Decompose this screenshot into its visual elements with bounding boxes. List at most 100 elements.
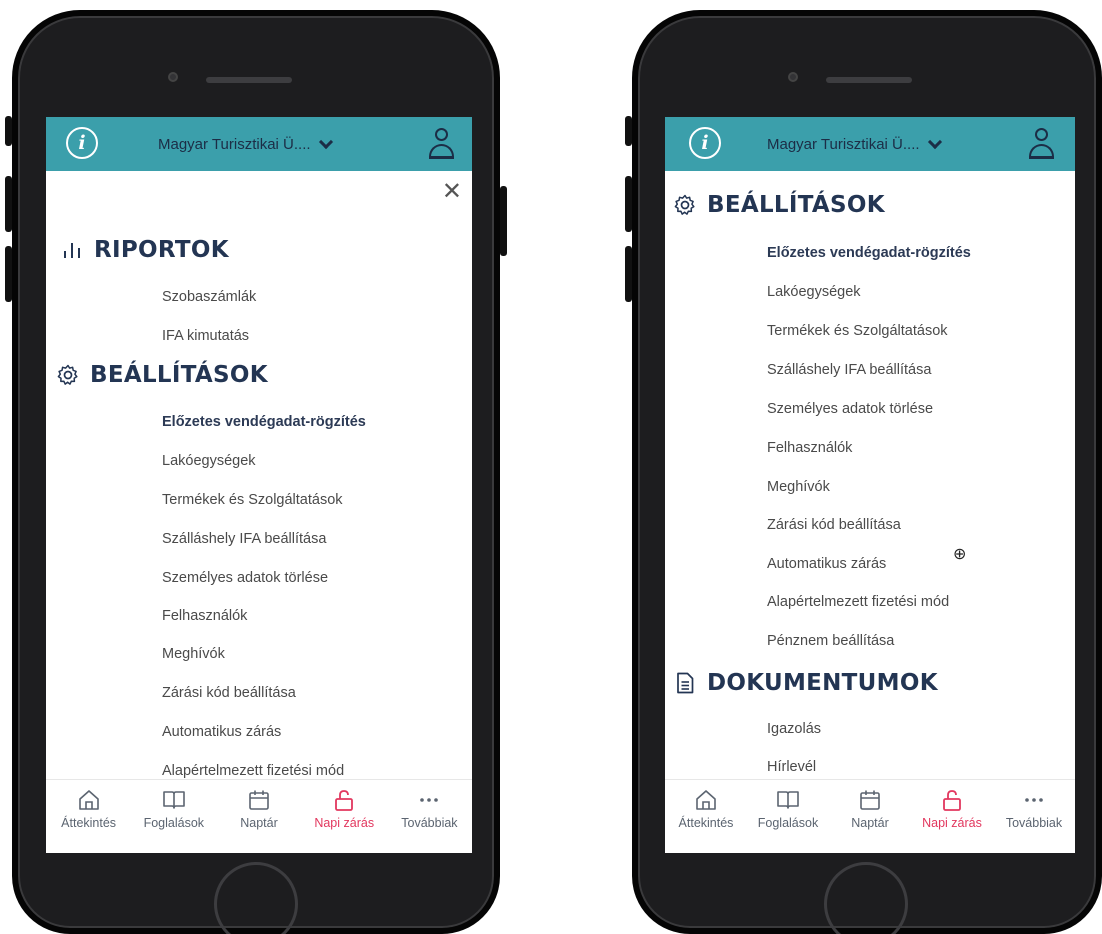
tab-label: Továbbiak — [401, 816, 458, 830]
tab-label: Napi zárás — [314, 816, 375, 830]
top-bar: i Magyar Turisztikai Ü.... — [665, 117, 1075, 171]
top-bar: i Magyar Turisztikai Ü.... — [46, 117, 472, 171]
tab-label: Továbbiak — [1005, 816, 1063, 830]
section-beallitasok: BEÁLLÍTÁSOK — [673, 192, 885, 218]
volume-up-button — [5, 176, 12, 232]
calendar-icon — [860, 790, 880, 810]
bottom-tab-bar: Áttekintés Foglalások Naptár Napi zárás … — [46, 779, 472, 853]
section-title-beallitasok: BEÁLLÍTÁSOK — [707, 192, 885, 218]
home-button — [824, 862, 908, 934]
menu-item-szemelyes-adatok[interactable]: Személyes adatok törlése — [162, 570, 328, 586]
volume-down-button — [625, 246, 632, 302]
menu-item-felhasznalok[interactable]: Felhasználók — [767, 440, 852, 456]
tab-label: Naptár — [851, 816, 889, 830]
gear-icon — [57, 364, 78, 385]
document-icon — [677, 672, 694, 694]
tab-label: Napi zárás — [922, 816, 982, 830]
tab-label: Áttekintés — [61, 816, 117, 830]
more-icon — [420, 798, 439, 802]
home-icon — [696, 790, 716, 810]
chevron-down-icon — [318, 134, 333, 149]
unlock-icon — [943, 790, 961, 811]
book-icon — [162, 791, 185, 809]
info-icon[interactable]: i — [66, 127, 98, 159]
user-profile-icon[interactable] — [427, 126, 457, 162]
section-title-beallitasok: BEÁLLÍTÁSOK — [90, 362, 268, 388]
more-icon — [1025, 798, 1043, 802]
tab-foglalasok[interactable]: Foglalások — [131, 780, 216, 853]
book-icon — [777, 791, 799, 809]
menu-item-penznem[interactable]: Pénznem beállítása — [767, 633, 894, 649]
section-riportok: RIPORTOK — [60, 237, 229, 263]
menu-item-elozetes-vendegadat[interactable]: Előzetes vendégadat-rögzítés — [767, 245, 971, 261]
tab-label: Foglalások — [143, 816, 205, 830]
user-profile-icon[interactable] — [1027, 126, 1057, 162]
app-screen-left: i Magyar Turisztikai Ü.... ✕ RIPORTOK Sz… — [46, 117, 472, 853]
menu-item-zarasi-kod[interactable]: Zárási kód beállítása — [162, 685, 296, 701]
volume-up-button — [625, 176, 632, 232]
menu-item-zarasi-kod[interactable]: Zárási kód beállítása — [767, 517, 901, 533]
menu-item-elozetes-vendegadat[interactable]: Előzetes vendégadat-rögzítés — [162, 414, 366, 430]
section-title-riportok: RIPORTOK — [94, 237, 229, 263]
earpiece-speaker — [826, 77, 912, 83]
volume-down-button — [5, 246, 12, 302]
menu-item-meghivok[interactable]: Meghívók — [162, 646, 225, 662]
app-screen-right: IFA kimutatás BEÁLLÍTÁSOK Előzetes vendé… — [665, 117, 1075, 853]
menu-item-lakoegysegek[interactable]: Lakóegységek — [162, 453, 256, 469]
menu-item-automatikus-zaras[interactable]: Automatikus zárás — [162, 724, 281, 740]
menu-item-felhasznalok[interactable]: Felhasználók — [162, 608, 247, 624]
front-camera — [788, 72, 798, 82]
close-icon[interactable]: ✕ — [442, 177, 462, 205]
tab-label: Áttekintés — [678, 816, 734, 830]
info-icon[interactable]: i — [689, 127, 721, 159]
tab-tovabbiak[interactable]: Továbbiak — [387, 780, 472, 853]
menu-item-termekek[interactable]: Termékek és Szolgáltatások — [767, 323, 948, 339]
menu-item-meghivok[interactable]: Meghívók — [767, 479, 830, 495]
organization-selector[interactable]: Magyar Turisztikai Ü.... — [767, 117, 942, 171]
tab-label: Naptár — [240, 816, 278, 830]
organization-name: Magyar Turisztikai Ü.... — [158, 135, 311, 153]
menu-item-szemelyes-adatok[interactable]: Személyes adatok törlése — [767, 401, 933, 417]
tab-attekintes[interactable]: Áttekintés — [46, 780, 131, 853]
tab-attekintes[interactable]: Áttekintés — [665, 780, 747, 853]
menu-item-lakoegysegek[interactable]: Lakóegységek — [767, 284, 861, 300]
unlock-icon — [335, 790, 354, 811]
earpiece-speaker — [206, 77, 292, 83]
menu-item-automatikus-zaras[interactable]: Automatikus zárás — [767, 556, 886, 572]
menu-item-szallashely-ifa[interactable]: Szálláshely IFA beállítása — [767, 362, 931, 378]
section-dokumentumok: DOKUMENTUMOK — [673, 670, 938, 696]
menu-item-szobaszamlak[interactable]: Szobaszámlák — [162, 289, 256, 305]
menu-item-alapertelmezett-fizetesi-mod[interactable]: Alapértelmezett fizetési mód — [162, 763, 344, 779]
tab-tovabbiak[interactable]: Továbbiak — [993, 780, 1075, 853]
front-camera — [168, 72, 178, 82]
menu-item-szallashely-ifa[interactable]: Szálláshely IFA beállítása — [162, 531, 326, 547]
section-title-dokumentumok: DOKUMENTUMOK — [707, 670, 938, 696]
organization-name: Magyar Turisztikai Ü.... — [767, 135, 920, 153]
menu-item-termekek[interactable]: Termékek és Szolgáltatások — [162, 492, 343, 508]
phone-frame-right: IFA kimutatás BEÁLLÍTÁSOK Előzetes vendé… — [625, 10, 1102, 934]
home-icon — [78, 790, 99, 810]
home-button — [214, 862, 298, 934]
crosshair-cursor-icon: ⊕ — [953, 544, 967, 563]
gear-icon — [674, 194, 695, 215]
mute-switch — [625, 116, 632, 146]
tab-label: Foglalások — [757, 816, 819, 830]
mute-switch — [5, 116, 12, 146]
chevron-down-icon — [927, 134, 942, 149]
bottom-tab-bar: Áttekintés Foglalások Naptár Napi zárás … — [665, 779, 1075, 853]
bar-chart-icon — [64, 243, 80, 258]
menu-item-hirlevel[interactable]: Hírlevél — [767, 759, 816, 775]
menu-item-alapertelmezett-fizetesi-mod[interactable]: Alapértelmezett fizetési mód — [767, 594, 949, 610]
calendar-icon — [249, 790, 269, 810]
section-beallitasok: BEÁLLÍTÁSOK — [56, 362, 268, 388]
tab-napi-zaras[interactable]: Napi zárás — [302, 780, 387, 853]
organization-selector[interactable]: Magyar Turisztikai Ü.... — [158, 117, 333, 171]
menu-item-ifa-kimutatas[interactable]: IFA kimutatás — [162, 328, 249, 344]
tab-foglalasok[interactable]: Foglalások — [747, 780, 829, 853]
tab-naptar[interactable]: Naptár — [216, 780, 301, 853]
phone-frame-left: i Magyar Turisztikai Ü.... ✕ RIPORTOK Sz… — [5, 10, 507, 934]
menu-item-igazolas[interactable]: Igazolás — [767, 721, 821, 737]
power-button — [500, 186, 507, 256]
tab-naptar[interactable]: Naptár — [829, 780, 911, 853]
tab-napi-zaras[interactable]: Napi zárás — [911, 780, 993, 853]
